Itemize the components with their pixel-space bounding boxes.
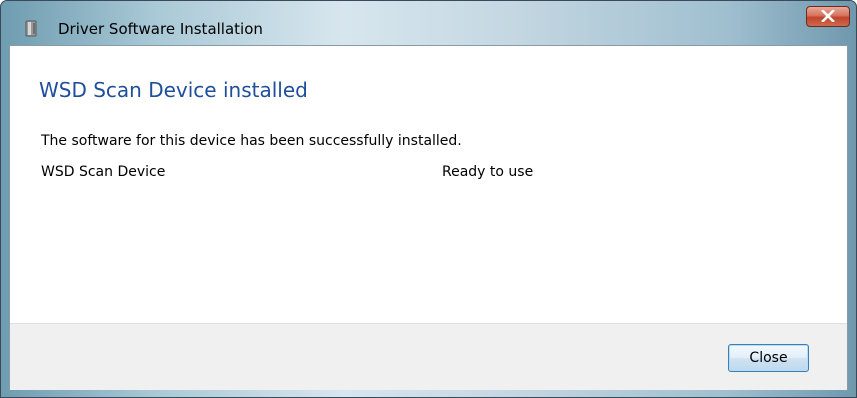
device-driver-icon — [24, 20, 38, 37]
title-bar[interactable]: Driver Software Installation — [1, 1, 856, 38]
close-button[interactable]: Close — [728, 344, 809, 372]
window-title: Driver Software Installation — [58, 20, 263, 38]
dialog-footer: Close — [10, 323, 847, 390]
dialog-content: WSD Scan Device installed The software f… — [9, 45, 848, 390]
close-icon — [821, 7, 835, 26]
device-row: WSD Scan Device Ready to use — [41, 164, 741, 184]
device-status: Ready to use — [442, 164, 534, 180]
window-close-button[interactable] — [806, 6, 850, 27]
driver-installation-dialog: Driver Software Installation WSD Scan De… — [0, 0, 857, 398]
success-message: The software for this device has been su… — [41, 133, 462, 149]
device-name: WSD Scan Device — [41, 164, 166, 180]
dialog-heading: WSD Scan Device installed — [39, 78, 308, 102]
